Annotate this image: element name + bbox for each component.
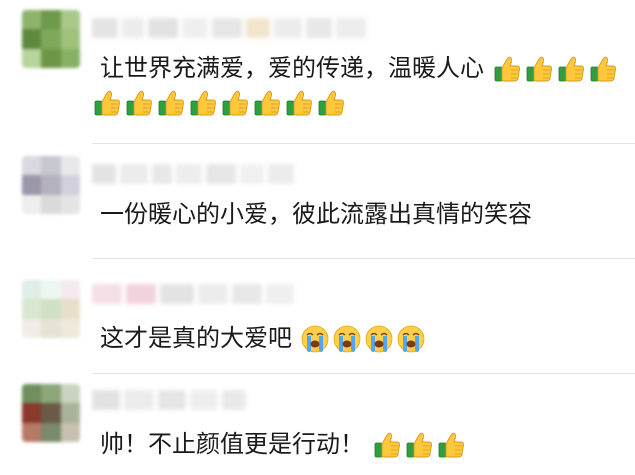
avatar[interactable] — [22, 280, 80, 338]
comment-text: 帅！不止颜值更是行动！ — [100, 428, 466, 460]
username-blurred[interactable] — [92, 164, 294, 184]
crying-face-icon — [332, 324, 362, 354]
comment-body: 一份暖心的小爱，彼此流露出真情的笑容 — [100, 200, 532, 228]
crying-face-icon — [300, 324, 330, 354]
comment-body: 让世界充满爱，爱的传递，温暖人心 — [100, 54, 484, 82]
comment-item: 让世界充满爱，爱的传递，温暖人心 — [0, 0, 635, 150]
thumbs-up-icon — [316, 88, 346, 118]
comment-text: 让世界充满爱，爱的传递，温暖人心 — [100, 52, 618, 84]
thumbs-up-icon — [492, 54, 522, 84]
comment-text: 一份暖心的小爱，彼此流露出真情的笑容 — [100, 198, 532, 230]
comment-item: 帅！不止颜值更是行动！ — [0, 374, 635, 475]
emoji-row — [300, 324, 426, 354]
thumbs-up-icon — [524, 54, 554, 84]
thumbs-up-icon — [284, 88, 314, 118]
avatar[interactable] — [22, 156, 80, 214]
crying-face-icon — [396, 324, 426, 354]
emoji-row — [92, 88, 346, 118]
avatar[interactable] — [22, 384, 80, 442]
comment-item: 一份暖心的小爱，彼此流露出真情的笑容 — [0, 150, 635, 262]
thumbs-up-icon — [436, 430, 466, 460]
comment-body: 帅！不止颜值更是行动！ — [100, 430, 364, 458]
thumbs-up-icon — [556, 54, 586, 84]
thumbs-up-icon — [124, 88, 154, 118]
divider — [92, 258, 635, 259]
thumbs-up-icon — [588, 54, 618, 84]
divider — [92, 143, 635, 144]
avatar[interactable] — [22, 10, 80, 68]
comment-text-cont — [92, 86, 346, 118]
thumbs-up-icon — [252, 88, 282, 118]
comment-text: 这才是真的大爱吧 — [100, 322, 426, 354]
crying-face-icon — [364, 324, 394, 354]
thumbs-up-icon — [92, 88, 122, 118]
emoji-row — [492, 54, 618, 84]
thumbs-up-icon — [188, 88, 218, 118]
thumbs-up-icon — [156, 88, 186, 118]
thumbs-up-icon — [372, 430, 402, 460]
thumbs-up-icon — [220, 88, 250, 118]
comment-body: 这才是真的大爱吧 — [100, 324, 292, 352]
username-blurred[interactable] — [92, 284, 294, 304]
emoji-row — [372, 430, 466, 460]
username-blurred[interactable] — [92, 390, 246, 410]
username-blurred[interactable] — [92, 18, 366, 38]
thumbs-up-icon — [404, 430, 434, 460]
comment-item: 这才是真的大爱吧 — [0, 262, 635, 374]
